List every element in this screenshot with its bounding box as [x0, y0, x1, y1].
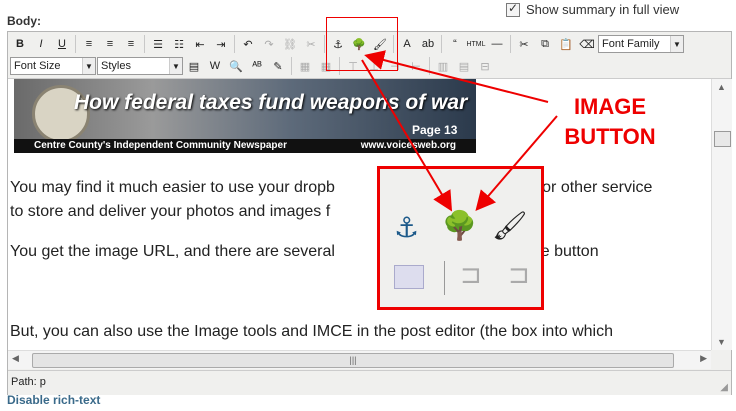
toolbar-separator [441, 35, 442, 53]
disable-rich-text-link[interactable]: Disable rich-text [7, 393, 100, 407]
body-label: Body: [7, 14, 41, 28]
align-right-button[interactable]: ≡ [121, 34, 141, 54]
font-family-select-value: Font Family [602, 38, 660, 50]
row-insert-after-icon: ⊐ [508, 259, 530, 289]
newspaper-banner-image: How federal taxes fund weapons of war Pa… [14, 79, 476, 153]
paragraph-1-line-1: You may find it much easier to use your … [10, 177, 652, 198]
banner-footer: Centre County's Independent Community Ne… [14, 139, 476, 153]
chevron-down-icon[interactable]: ▼ [670, 36, 683, 52]
paragraph-1-line-2: to store and deliver your photos and ima… [10, 203, 331, 220]
toolbar-separator [510, 35, 511, 53]
banner-headline: How federal taxes fund weapons of war [74, 91, 468, 114]
vertical-scroll-thumb[interactable] [714, 131, 731, 147]
merge-cells-button[interactable]: ▥ [433, 56, 453, 76]
show-summary-label: Show summary in full view [526, 2, 680, 17]
toolbar-row-2: Font Size ▼ Styles ▼ ▤ W 🔍 ᴬᴮ ✎ ▦ ▦ ⊤ ⊥ ⊣ ⊢ ▥ ▤ ⊟ [10, 55, 495, 77]
align-center-button[interactable]: ≡ [100, 34, 120, 54]
indent-button[interactable]: ⇥ [211, 34, 231, 54]
align-left-button[interactable]: ≡ [79, 34, 99, 54]
chevron-down-icon[interactable]: ▼ [169, 58, 182, 74]
paragraph-3-line-1: But, you can also use the Image tools an… [10, 323, 614, 340]
path-label: Path: p [11, 376, 46, 388]
rich-text-editor: B I U ≡ ≡ ≡ ☰ ☷ ⇤ ⇥ ↶ ↷ ⛓ ✂ ⚓ 🌳 🖌 Aab “HTML — ✂ ⧉ 📋 ⌫ Font Famil… [7, 31, 732, 395]
toolbar-separator [444, 261, 445, 295]
highlight-color-button[interactable]: ab [418, 34, 438, 54]
undo-button[interactable]: ↶ [238, 34, 258, 54]
horizontal-rule-button[interactable]: — [487, 34, 507, 54]
scroll-left-icon[interactable]: ◀ [12, 353, 19, 364]
table-button[interactable]: ▦ [295, 56, 315, 76]
toolbar-separator [291, 57, 292, 75]
toolbar-separator [144, 35, 145, 53]
font-size-select-value: Font Size [14, 60, 61, 72]
image-button-annotation-label: IMAGE BUTTON [540, 92, 680, 152]
scroll-up-icon[interactable]: ▲ [717, 82, 726, 92]
link-button[interactable]: ⛓ [280, 34, 300, 54]
vertical-scrollbar[interactable]: ▲ ▼ [711, 79, 732, 350]
paragraph-text: You get the image URL, and there are sev… [10, 243, 335, 260]
banner-footer-right: www.voicesweb.org [360, 140, 456, 151]
bullet-list-button[interactable]: ☰ [148, 34, 168, 54]
cleanup-brush-icon: 🖌 [492, 210, 528, 241]
status-path-bar: Path: p ◢ [8, 370, 731, 395]
toolbar-separator [324, 35, 325, 53]
anchor-icon: ⚓ [394, 212, 420, 243]
paragraph-text: You may find it much easier to use your … [10, 179, 335, 196]
banner-page: Page 13 [412, 123, 458, 137]
blockquote-button[interactable]: “ [445, 34, 465, 54]
scroll-right-icon[interactable]: ▶ [700, 353, 707, 364]
outdent-button[interactable]: ⇤ [190, 34, 210, 54]
paste-button[interactable]: 📋 [556, 34, 576, 54]
redo-button[interactable]: ↷ [259, 34, 279, 54]
show-summary-checkbox[interactable] [506, 1, 520, 17]
chevron-down-icon[interactable]: ▼ [82, 58, 95, 74]
find-button[interactable]: 🔍 [226, 56, 246, 76]
split-cells-button[interactable]: ▤ [454, 56, 474, 76]
unlink-button[interactable]: ✂ [301, 34, 321, 54]
eraser-button[interactable]: ⌫ [577, 34, 597, 54]
italic-button[interactable]: I [31, 34, 51, 54]
numbered-list-button[interactable]: ☷ [169, 34, 189, 54]
toolbar-separator [75, 35, 76, 53]
toolbar-highlight-box [326, 17, 398, 71]
delete-table-button[interactable]: ⊟ [475, 56, 495, 76]
cut-button[interactable]: ✂ [514, 34, 534, 54]
font-family-select[interactable]: Font Family ▼ [598, 35, 684, 53]
styles-select[interactable]: Styles ▼ [97, 57, 183, 75]
table-icon [394, 265, 424, 289]
copy-button[interactable]: ⧉ [535, 34, 555, 54]
paste-word-button[interactable]: W [205, 56, 225, 76]
html-button[interactable]: HTML [466, 34, 486, 54]
toolbar-separator [429, 57, 430, 75]
banner-footer-left: Centre County's Independent Community Ne… [34, 140, 287, 151]
image-icon: 🌳 [442, 210, 477, 241]
col-after-button[interactable]: ⊢ [406, 56, 426, 76]
show-summary-option[interactable]: Show summary in full view [506, 1, 680, 17]
font-size-select[interactable]: Font Size ▼ [10, 57, 96, 75]
horizontal-scroll-thumb[interactable]: ||| [32, 353, 674, 368]
annotation-label-line-2: BUTTON [564, 124, 656, 149]
annotation-label-line-1: IMAGE [573, 94, 647, 119]
font-color-button[interactable]: A [397, 34, 417, 54]
bold-button[interactable]: B [10, 34, 30, 54]
styles-select-value: Styles [101, 60, 131, 72]
toolbar-separator [234, 35, 235, 53]
paste-text-button[interactable]: ▤ [184, 56, 204, 76]
scroll-down-icon[interactable]: ▼ [717, 337, 726, 347]
resize-handle-icon[interactable]: ◢ [720, 382, 728, 393]
underline-button[interactable]: U [52, 34, 72, 54]
row-insert-icon: ⊐ [460, 259, 482, 289]
horizontal-scrollbar[interactable]: ◀ ||| ▶ [8, 350, 711, 369]
edit-button[interactable]: ✎ [268, 56, 288, 76]
spellcheck-button[interactable]: ᴬᴮ [247, 56, 267, 76]
zoomed-toolbar-callout: ⚓ 🌳 🖌 ⊐ ⊐ [377, 166, 544, 310]
